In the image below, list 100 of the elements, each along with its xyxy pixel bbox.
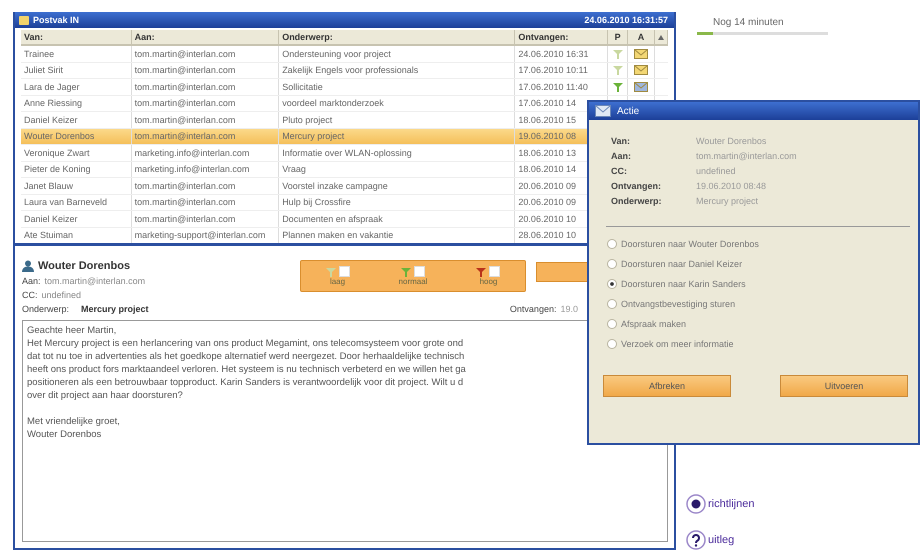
recipient-cell: tom.martin@interlan.com bbox=[132, 62, 280, 78]
folder-icon bbox=[19, 16, 29, 24]
mail-row[interactable]: Juliet Sirit tom.martin@interlan.com Zakelijk Engels voor professionals 17.06.2010 10:11 bbox=[21, 62, 668, 79]
sender-cell: Wouter Dorenbos bbox=[21, 128, 132, 144]
dialog-button[interactable]: Afbreken bbox=[603, 375, 731, 397]
subject-cell: Documenten en afspraak bbox=[279, 211, 516, 226]
field-label: Van: bbox=[611, 136, 632, 146]
recipient-cell: tom.martin@interlan.com bbox=[132, 128, 280, 144]
priority-label: normaal bbox=[398, 277, 428, 286]
message-line: Het Mercury project is een herlancering van ons product Megamint, ons telecomsysteem voor grote ond bbox=[27, 338, 464, 349]
sender-cell: Daniel Keizer bbox=[21, 112, 132, 128]
subject-cell: Hulp bij Crossfire bbox=[279, 194, 516, 210]
sender-cell: Anne Riessing bbox=[21, 96, 132, 111]
radio-option[interactable]: Ontvangstbevestiging sturen bbox=[607, 299, 910, 309]
field-value: Wouter Dorenbos bbox=[696, 136, 768, 146]
date-cell: 17.06.2010 10:11 bbox=[515, 62, 608, 78]
sender-cell: Veronique Zwart bbox=[21, 145, 132, 160]
message-line: Wouter Dorenbos bbox=[27, 429, 102, 440]
radio-button[interactable] bbox=[607, 319, 617, 329]
person-icon bbox=[22, 260, 34, 272]
recipient-cell: tom.martin@interlan.com bbox=[132, 211, 280, 226]
sender-cell: Juliet Sirit bbox=[21, 62, 132, 78]
subject-cell: Informatie over WLAN-oplossing bbox=[279, 145, 516, 160]
sender-name: Wouter Dorenbos bbox=[38, 260, 130, 272]
sender-cell: Janet Blauw bbox=[21, 178, 132, 194]
subject-value: Mercury project bbox=[81, 304, 149, 314]
sender-cell: Lara de Jager bbox=[21, 79, 132, 94]
message-line: Met vriendelijke groet, bbox=[27, 416, 120, 427]
recipient-cell: tom.martin@interlan.com bbox=[132, 96, 280, 111]
priority-label: hoog bbox=[480, 277, 498, 286]
dialog-button[interactable]: Uitvoeren bbox=[780, 375, 908, 397]
time-remaining: Nog 14 minuten bbox=[713, 17, 785, 28]
received-label: Ontvangen: bbox=[510, 304, 556, 314]
field-label: CC: bbox=[22, 290, 38, 300]
radio-button[interactable] bbox=[607, 259, 617, 269]
mail-row[interactable]: Lara de Jager tom.martin@interlan.com Sollicitatie 17.06.2010 11:40 bbox=[21, 79, 668, 96]
sender-cell: Ate Stuiman bbox=[21, 228, 132, 243]
message-line: heeft ons product fors marktaandeel verloren. Het systeem is nu technisch verbeterd en we willen het ga bbox=[27, 364, 466, 375]
field-label: Aan: bbox=[611, 151, 632, 161]
checkbox[interactable] bbox=[414, 266, 425, 277]
radio-button[interactable] bbox=[607, 339, 617, 349]
field-value: tom.martin@interlan.com bbox=[44, 276, 146, 286]
recipient-cell: tom.martin@interlan.com bbox=[132, 194, 280, 210]
radio-option[interactable]: Verzoek om meer informatie bbox=[607, 339, 910, 349]
subject-cell: Plannen maken en vakantie bbox=[279, 228, 516, 243]
column-header[interactable]: Aan: bbox=[132, 30, 280, 44]
column-header[interactable]: P bbox=[608, 30, 628, 44]
field-label: Ontvangen: bbox=[611, 181, 662, 191]
envelope-icon bbox=[595, 105, 611, 117]
date-cell: 17.06.2010 11:40 bbox=[515, 79, 608, 94]
field-label: Aan: bbox=[22, 276, 41, 286]
radio-option[interactable]: Doorsturen naar Daniel Keizer bbox=[607, 259, 910, 269]
column-header[interactable]: Onderwerp: bbox=[279, 30, 516, 44]
subject-cell: Mercury project bbox=[279, 128, 516, 144]
target-icon bbox=[686, 494, 706, 514]
checkbox[interactable] bbox=[338, 266, 350, 277]
subject-cell: Ondersteuning voor project bbox=[279, 46, 516, 62]
field-value: undefined bbox=[42, 290, 82, 300]
column-header[interactable]: Van: bbox=[21, 30, 132, 44]
subject-cell: Pluto project bbox=[279, 112, 516, 128]
recipient-cell: marketing-support@interlan.com bbox=[132, 228, 280, 243]
field-label: CC: bbox=[611, 166, 628, 176]
message-line: positioneren als een betrouwbaar topproduct. Karin Sanders is verantwoordelijk voor dit project. Wilt u d bbox=[27, 377, 464, 388]
sender-cell: Trainee bbox=[21, 46, 132, 62]
priority-label: laag bbox=[330, 277, 346, 286]
help-icon bbox=[686, 530, 706, 550]
sender-cell: Pieter de Koning bbox=[21, 162, 132, 177]
sender-cell: Laura van Barneveld bbox=[21, 194, 132, 210]
help-link[interactable]: uitleg bbox=[708, 534, 734, 546]
message-line: dat tot nu toe in advertenties als het goedkope alternatief werd neergezet. Door herhaaldelijke technisch bbox=[27, 351, 464, 362]
message-line: over dit project aan haar doorsturen? bbox=[27, 390, 183, 401]
help-link[interactable]: richtlijnen bbox=[708, 498, 754, 510]
recipient-cell: tom.martin@interlan.com bbox=[132, 79, 280, 94]
recipient-cell: tom.martin@interlan.com bbox=[132, 112, 280, 128]
sender-cell: Daniel Keizer bbox=[21, 211, 132, 226]
field-value: Mercury project bbox=[696, 196, 760, 206]
field-label: Onderwerp: bbox=[611, 196, 663, 206]
field-value: undefined bbox=[696, 166, 737, 176]
radio-button[interactable] bbox=[607, 239, 617, 249]
column-header[interactable]: A bbox=[628, 30, 655, 44]
radio-option[interactable]: Doorsturen naar Karin Sanders bbox=[607, 279, 910, 289]
subject-cell: Voorstel inzake campagne bbox=[279, 178, 516, 194]
mail-row[interactable]: Trainee tom.martin@interlan.com Ondersteuning voor project 24.06.2010 16:31 bbox=[21, 46, 668, 62]
checkbox[interactable] bbox=[489, 266, 500, 277]
message-line: Geachte heer Martin, bbox=[27, 325, 116, 336]
recipient-cell: tom.martin@interlan.com bbox=[132, 46, 280, 62]
subject-label: Onderwerp: bbox=[22, 304, 70, 314]
radio-button[interactable] bbox=[607, 299, 617, 309]
scroll-up-icon[interactable] bbox=[658, 34, 664, 40]
recipient-cell: marketing.info@interlan.com bbox=[132, 145, 280, 160]
subject-cell: voordeel marktonderzoek bbox=[279, 96, 516, 111]
radio-button[interactable] bbox=[607, 279, 617, 289]
radio-option[interactable]: Afspraak maken bbox=[607, 319, 910, 329]
field-value: 19.06.2010 08:48 bbox=[696, 181, 768, 191]
window-title: Postvak IN bbox=[33, 15, 80, 25]
subject-cell: Vraag bbox=[279, 162, 516, 177]
window-datetime: 24.06.2010 16:31:57 bbox=[584, 15, 668, 25]
subject-cell: Sollicitatie bbox=[279, 79, 516, 94]
column-header[interactable]: Ontvangen: bbox=[515, 30, 608, 44]
received-value: 19.0 bbox=[560, 304, 578, 314]
